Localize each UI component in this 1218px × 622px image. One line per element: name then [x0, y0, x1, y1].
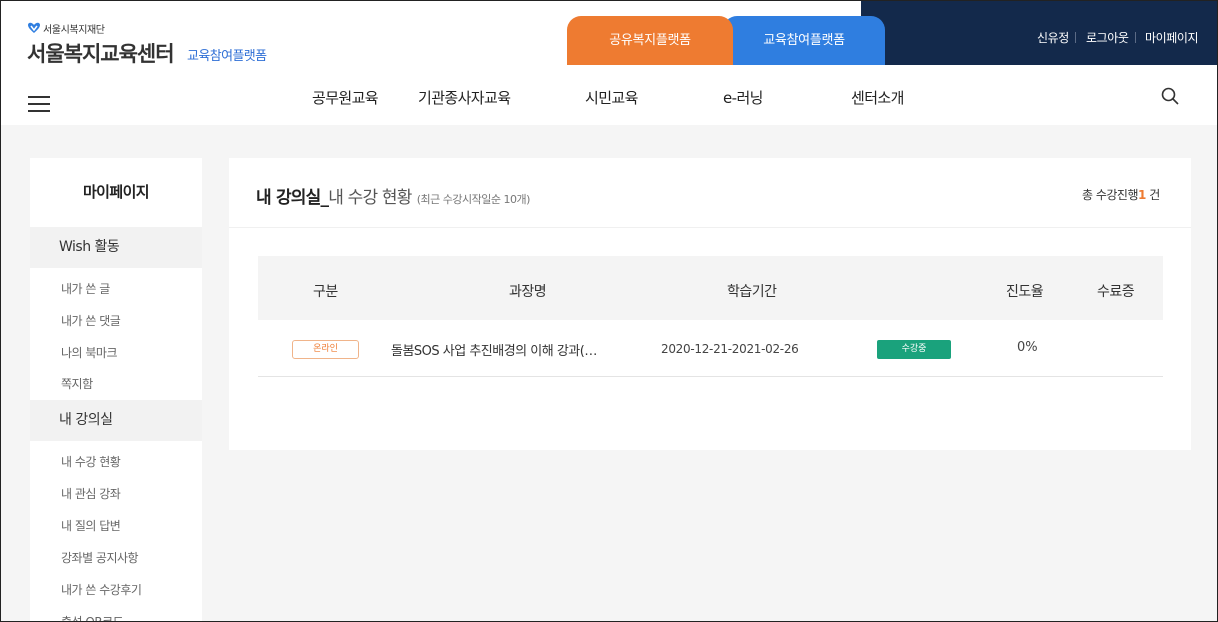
org-name: 서울시복지재단 — [43, 25, 105, 36]
site-title[interactable]: 서울복지교육센터 — [27, 38, 175, 68]
page-title-bold: 내 강의실_ — [256, 188, 329, 208]
total-suffix: 건 — [1149, 188, 1160, 202]
sidebar-item-qna[interactable]: 내 질의 답변 — [61, 517, 121, 534]
gnb-item-officials[interactable]: 공무원교육 — [312, 87, 379, 108]
tab-sharing-welfare-platform[interactable]: 공유복지플랫폼 — [567, 16, 733, 65]
sidebar-item-interest-courses[interactable]: 내 관심 강좌 — [61, 485, 121, 502]
column-header-course: 과장명 — [509, 284, 547, 300]
site-subtitle[interactable]: 교육참여플랫폼 — [187, 45, 267, 64]
sidebar-item-reviews[interactable]: 내가 쓴 수강후기 — [61, 581, 142, 598]
page-title-thin: 내 수강 현황 — [328, 188, 412, 208]
sidebar-group-classroom[interactable]: 내 강의실 — [30, 400, 202, 441]
gnb-item-citizens[interactable]: 시민교육 — [585, 87, 638, 108]
total-number: 1 — [1138, 188, 1146, 202]
course-title-link[interactable]: 돌봄SOS 사업 추진배경의 이해 강과(… — [391, 340, 597, 359]
column-header-type: 구분 — [313, 284, 338, 300]
sidebar-item-my-comments[interactable]: 내가 쓴 댓글 — [61, 312, 121, 329]
util-separator — [1135, 32, 1136, 43]
tab-education-platform[interactable]: 교육참여플랫폼 — [723, 16, 885, 65]
progress-rate: 0% — [1017, 340, 1038, 355]
gnb-item-about[interactable]: 센터소개 — [851, 87, 904, 108]
divider — [229, 227, 1191, 228]
browser-frame: 서울시복지재단 서울복지교육센터 교육참여플랫폼 교육참여플랫폼 공유복지플랫폼… — [0, 0, 1218, 622]
hamburger-icon[interactable] — [28, 96, 50, 112]
page-title: 내 강의실_내 수강 현황 (최근 수강시작일순 10개) — [256, 183, 530, 208]
sidebar-item-enrollment-status[interactable]: 내 수강 현황 — [61, 453, 121, 470]
util-separator — [1075, 32, 1076, 43]
gnb-item-staff[interactable]: 기관종사자교육 — [418, 87, 511, 108]
sidebar-item-bookmarks[interactable]: 나의 북마크 — [61, 344, 118, 361]
table-row-divider — [258, 376, 1163, 377]
type-badge: 온라인 — [292, 340, 359, 359]
sidebar-item-my-posts[interactable]: 내가 쓴 글 — [61, 280, 110, 297]
foundation-logo-icon — [28, 22, 40, 33]
sidebar-item-messages[interactable]: 쪽지함 — [61, 375, 93, 392]
page-title-note: (최근 수강시작일순 10개) — [416, 193, 531, 206]
sidebar-group-wish[interactable]: Wish 활동 — [30, 227, 202, 268]
search-icon[interactable] — [1161, 87, 1179, 105]
study-period: 2020-12-21-2021-02-26 — [661, 342, 799, 356]
sidebar-item-qr-attendance[interactable]: 출석 QR코드 — [61, 613, 124, 621]
sidebar-item-notices[interactable]: 강좌별 공지사항 — [61, 549, 139, 566]
total-prefix: 총 수강진행 — [1082, 188, 1139, 202]
mypage-link[interactable]: 마이페이지 — [1145, 29, 1199, 46]
logout-link[interactable]: 로그아웃 — [1086, 29, 1129, 46]
gnb-item-elearning[interactable]: e-러닝 — [723, 87, 763, 108]
user-name-link[interactable]: 신유정 — [1037, 29, 1069, 46]
column-header-progress: 진도율 — [1006, 284, 1044, 300]
status-badge: 수강중 — [877, 340, 951, 359]
column-header-period: 학습기간 — [727, 284, 777, 300]
total-count: 총 수강진행1 건 — [1082, 186, 1160, 203]
sidebar-title: 마이페이지 — [82, 183, 150, 201]
column-header-certificate: 수료증 — [1097, 284, 1135, 300]
